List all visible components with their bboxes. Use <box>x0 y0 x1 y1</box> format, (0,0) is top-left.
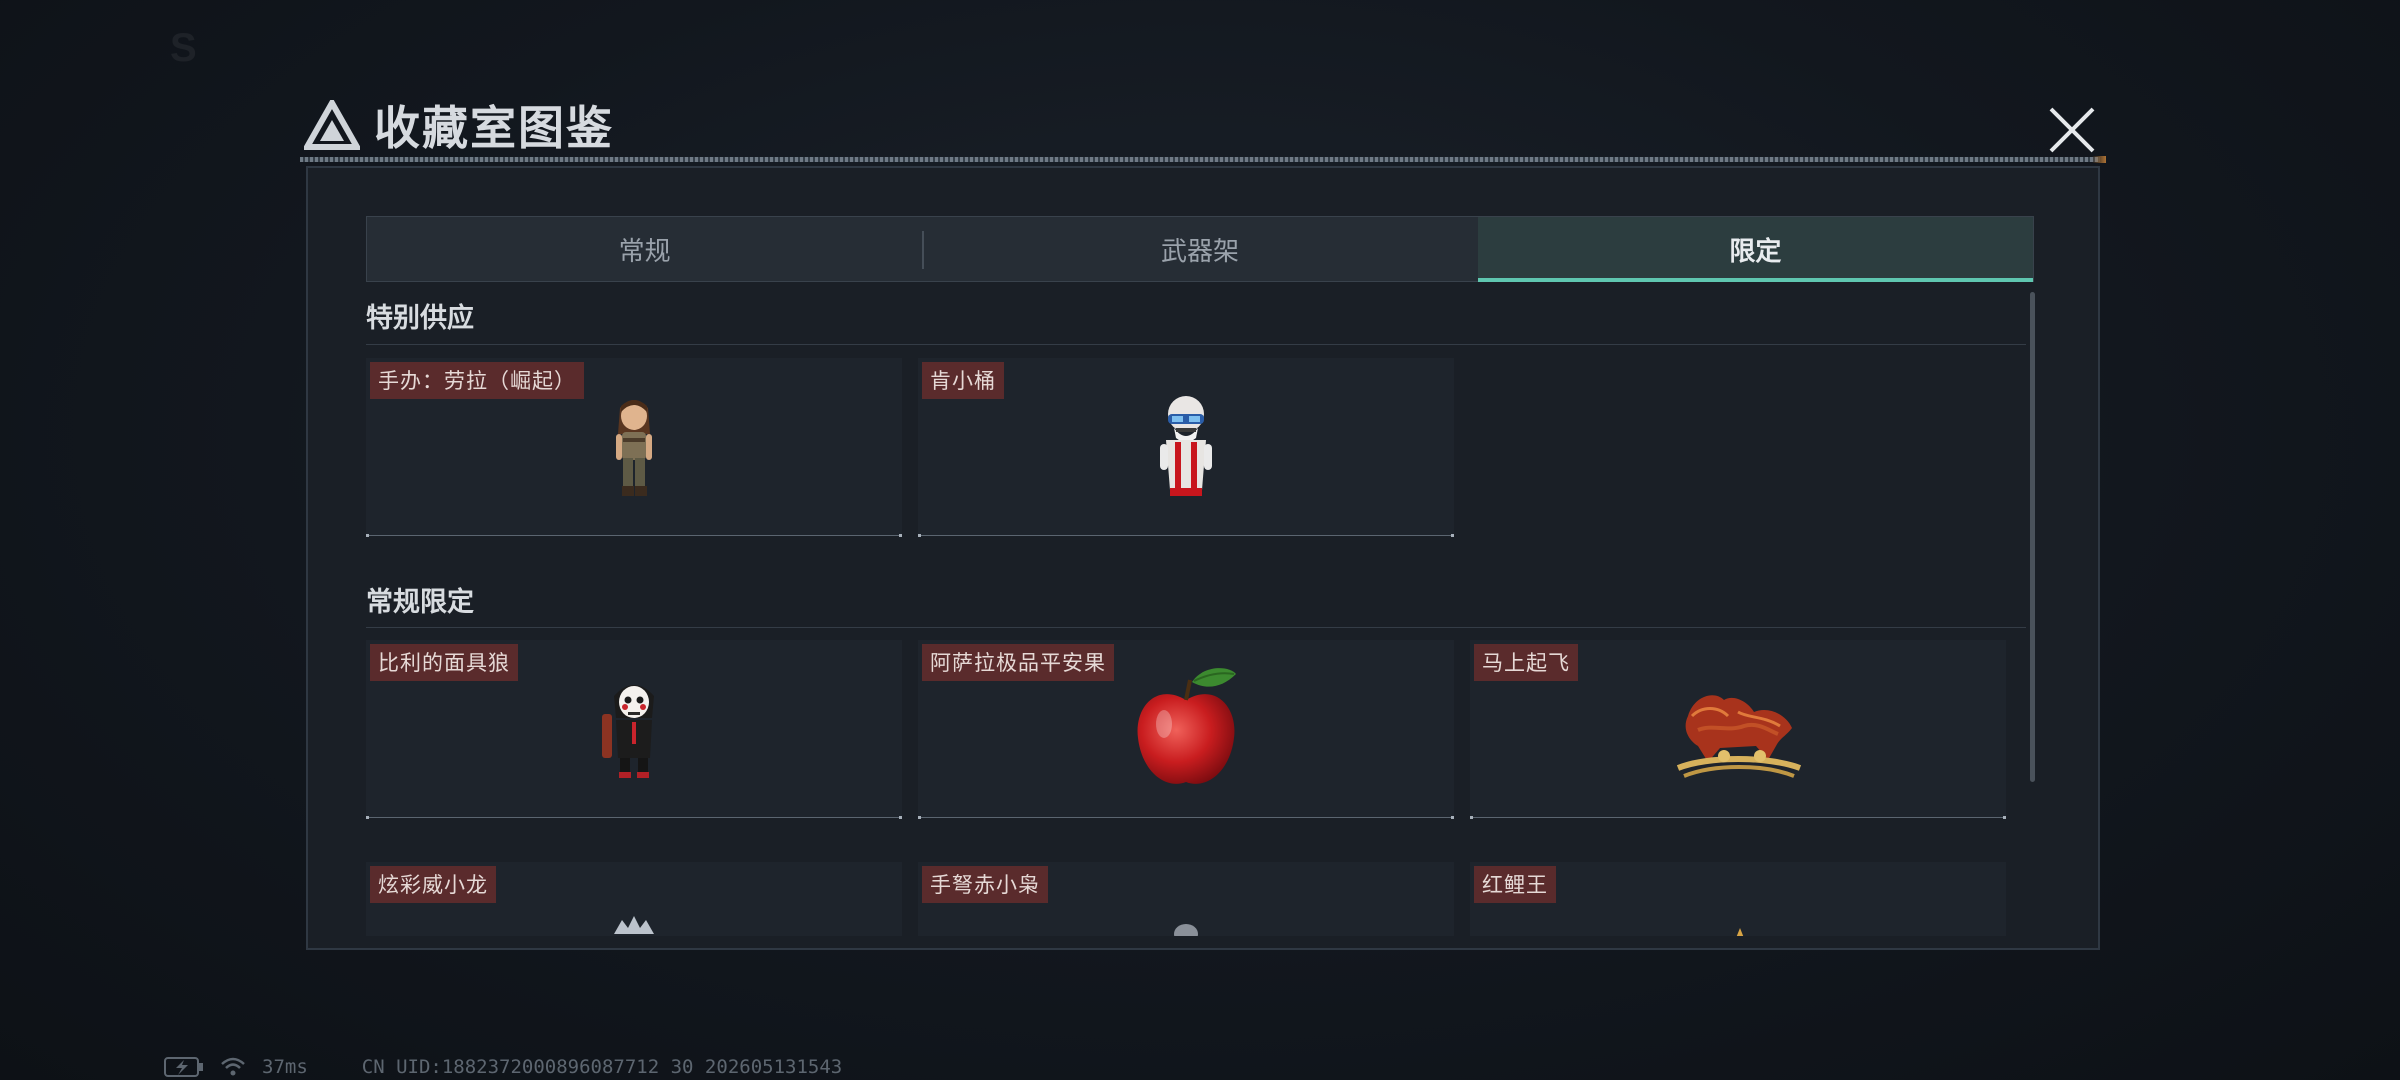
lara-figure-icon <box>616 400 652 496</box>
card-label: 炫彩威小龙 <box>370 866 496 903</box>
close-icon[interactable] <box>2045 103 2099 157</box>
collection-card[interactable]: 手办：劳拉（崛起） <box>366 358 902 537</box>
status-bar: 37ms CN UID:1882372000896087712 30 20260… <box>164 1056 842 1078</box>
golden-horse-icon <box>1676 695 1802 778</box>
section-title-special-supply: 特别供应 <box>366 303 474 334</box>
card-label: 比利的面具狼 <box>370 644 518 681</box>
card-label: 手弩赤小枭 <box>922 866 1048 903</box>
owl-figure-icon <box>1174 924 1198 936</box>
section-divider <box>366 344 2026 345</box>
wifi-icon <box>221 1057 245 1076</box>
collection-modal: 常规 武器架 限定 特别供应 手办：劳拉（崛起） 肯小桶 常规限定 比利的面具狼… <box>306 166 2100 950</box>
collection-card[interactable]: 马上起飞 <box>1470 640 2006 819</box>
delta-logo-icon <box>304 100 360 150</box>
koi-figure-icon <box>1736 928 1744 936</box>
collection-card[interactable]: 炫彩威小龙 <box>366 862 902 936</box>
collection-scroll-area[interactable]: 特别供应 手办：劳拉（崛起） 肯小桶 常规限定 比利的面具狼 阿萨拉极品平安果 … <box>366 296 2038 936</box>
battery-charging-icon <box>164 1057 203 1077</box>
collection-card[interactable]: 阿萨拉极品平安果 <box>918 640 1454 819</box>
collection-card[interactable]: 红鲤王 <box>1470 862 2006 936</box>
tab-weapon-rack[interactable]: 武器架 <box>922 217 1477 281</box>
red-apple-icon <box>1137 668 1236 784</box>
collection-card[interactable]: 手弩赤小枭 <box>918 862 1454 936</box>
section-divider <box>366 627 2026 628</box>
page-title: 收藏室图鉴 <box>374 101 614 155</box>
card-label: 马上起飞 <box>1474 644 1578 681</box>
tab-label: 武器架 <box>1160 236 1239 267</box>
card-label: 肯小桶 <box>922 362 1004 399</box>
jigsaw-puppet-icon <box>602 685 654 778</box>
tab-label: 限定 <box>1729 236 1782 267</box>
background-ghost-text: S <box>170 26 197 70</box>
tab-regular[interactable]: 常规 <box>367 217 922 281</box>
section-title-regular-limited: 常规限定 <box>366 587 474 618</box>
dragon-figure-icon <box>614 916 654 934</box>
scrollbar[interactable] <box>2030 292 2035 782</box>
card-label: 红鲤王 <box>1474 866 1556 903</box>
modal-header: 收藏室图鉴 <box>304 90 614 160</box>
uid-text: CN UID:1882372000896087712 30 2026051315… <box>361 1056 843 1078</box>
card-label: 手办：劳拉（崛起） <box>370 362 584 399</box>
collection-card[interactable]: 肯小桶 <box>918 358 1454 537</box>
ping-text: 37ms <box>262 1056 308 1078</box>
header-divider <box>300 156 2106 163</box>
collection-card[interactable]: 比利的面具狼 <box>366 640 902 819</box>
card-label: 阿萨拉极品平安果 <box>922 644 1114 681</box>
tab-limited[interactable]: 限定 <box>1477 217 2034 282</box>
kfc-figure-icon <box>1160 396 1212 496</box>
tab-bar: 常规 武器架 限定 <box>366 216 2034 282</box>
tab-label: 常规 <box>618 236 671 267</box>
